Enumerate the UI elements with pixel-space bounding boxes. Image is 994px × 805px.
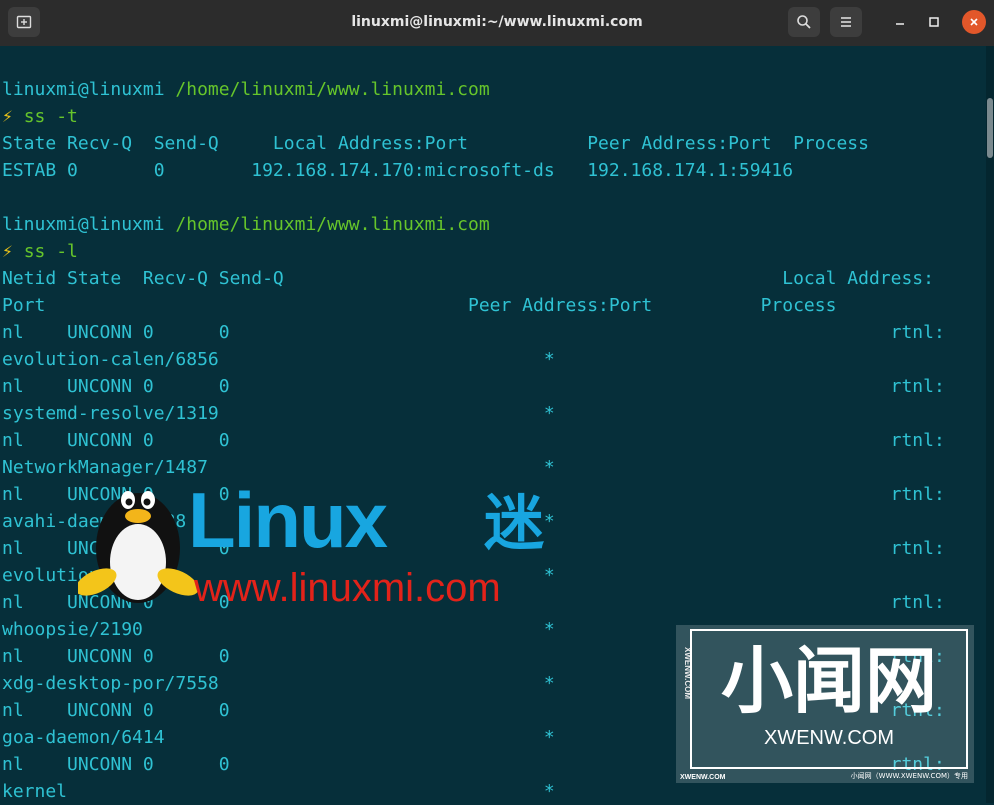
minimize-button[interactable] <box>888 10 912 34</box>
menu-button[interactable] <box>830 7 862 37</box>
output-row: whoopsie/2190 * <box>2 619 555 640</box>
prompt-line: linuxmi@linuxmi /home/linuxmi/www.linuxm… <box>2 76 490 103</box>
command-text: ss -l <box>23 241 78 262</box>
output-row: ESTAB 0 0 192.168.174.170:microsoft-ds 1… <box>2 160 794 181</box>
output-row: goa-daemon/6414 * <box>2 727 555 748</box>
watermark-bottom-left-text: XWENW.COM <box>680 774 726 781</box>
minimize-icon <box>896 23 904 25</box>
command-text: ss -t <box>23 106 78 127</box>
bolt-icon: ⚡ <box>2 241 13 262</box>
output-row: evolution-calen/6856 * <box>2 349 555 370</box>
xwenw-watermark: XWENW.COM 小闻网 XWENW.COM XWENW.COM 小闻网（WW… <box>676 625 974 783</box>
prompt-user: linuxmi@linuxmi <box>2 214 165 235</box>
search-icon <box>797 15 811 29</box>
output-header: Port Peer Address:Port Process <box>2 295 837 316</box>
prompt-user: linuxmi@linuxmi <box>2 79 165 100</box>
command-line: ⚡ ss -l <box>2 238 78 265</box>
output-header: Netid State Recv-Q Send-Q Local Address: <box>2 268 934 289</box>
close-icon <box>970 18 978 26</box>
watermark-bottom-right-text: 小闻网（WWW.XWENW.COM）专用 <box>850 772 968 780</box>
scrollbar[interactable] <box>986 46 994 803</box>
output-row: systemd-resolve/1319 * <box>2 403 555 424</box>
output-row: nl UNCONN 0 0 rtnl: <box>2 430 945 451</box>
watermark-linux-word: Linux <box>188 476 388 564</box>
prompt-path: /home/linuxmi/www.linuxmi.com <box>175 214 490 235</box>
bolt-icon: ⚡ <box>2 106 13 127</box>
watermark-site-text: XWENW.COM <box>764 727 894 749</box>
search-button[interactable] <box>788 7 820 37</box>
output-row: nl UNCONN 0 0 rtnl: <box>2 376 945 397</box>
output-header: State Recv-Q Send-Q Local Address:Port P… <box>2 133 869 154</box>
output-row: xdg-desktop-por/7558 * <box>2 673 555 694</box>
scrollbar-thumb[interactable] <box>987 98 993 158</box>
watermark-logo-box: 小闻网 XWENW.COM <box>690 629 968 769</box>
tux-penguin-icon <box>78 491 198 603</box>
watermark-url: www.linuxmi.com <box>194 566 501 610</box>
watermark-mi-char: 迷 <box>484 489 544 559</box>
prompt-line: linuxmi@linuxmi /home/linuxmi/www.linuxm… <box>2 211 490 238</box>
maximize-button[interactable] <box>922 10 946 34</box>
hamburger-menu-icon <box>841 17 851 27</box>
maximize-icon <box>929 17 939 27</box>
output-row: nl UNCONN 0 0 rtnl: <box>2 322 945 343</box>
command-line: ⚡ ss -t <box>2 103 78 130</box>
linuxmi-watermark: Linux 迷 www.linuxmi.com <box>78 470 568 610</box>
watermark-logo-text: 小闻网 <box>720 639 937 723</box>
title-bar: linuxmi@linuxmi:~/www.linuxmi.com <box>0 0 994 47</box>
close-button[interactable] <box>962 10 986 34</box>
output-row: kernel * <box>2 781 555 802</box>
prompt-path: /home/linuxmi/www.linuxmi.com <box>175 79 490 100</box>
